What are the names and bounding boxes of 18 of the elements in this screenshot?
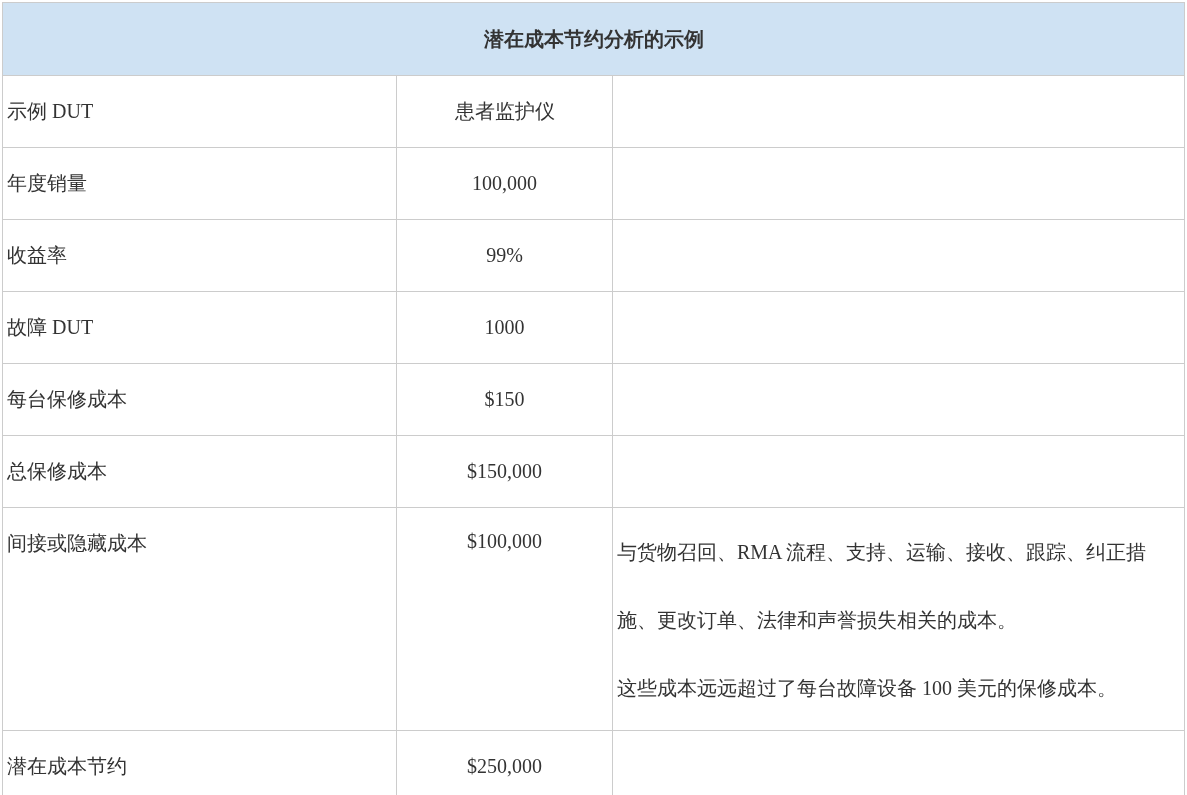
table-cell: 故障 DUT xyxy=(2,291,397,364)
note-text: 与货物召回、RMA 流程、支持、运输、接收、跟踪、纠正措施、更改订单、法律和声誉损失相关的成本。 xyxy=(617,540,1148,633)
table-cell: 年度销量 xyxy=(2,147,397,220)
table-cell: 总保修成本 xyxy=(2,435,397,508)
table-cell: 潜在成本节约 xyxy=(2,730,397,795)
note-text: 这些成本远远超过了每台故障设备 100 美元的保修成本。 xyxy=(617,676,1118,701)
table-cell: 收益率 xyxy=(2,219,397,292)
table-cell: $150 xyxy=(396,363,613,436)
table-cell: 每台保修成本 xyxy=(2,363,397,436)
table-cell: $150,000 xyxy=(396,435,613,508)
table-cell: $100,000 xyxy=(396,507,613,731)
table-cell: 示例 DUT xyxy=(2,75,397,148)
table-cell: 1000 xyxy=(396,291,613,364)
table-cell: 患者监护仪 xyxy=(396,75,613,148)
table-cell: 100,000 xyxy=(396,147,613,220)
table-cell: 99% xyxy=(396,219,613,292)
table-title: 潜在成本节约分析的示例 xyxy=(2,2,1185,76)
table-cell: 间接或隐藏成本 xyxy=(2,507,397,731)
